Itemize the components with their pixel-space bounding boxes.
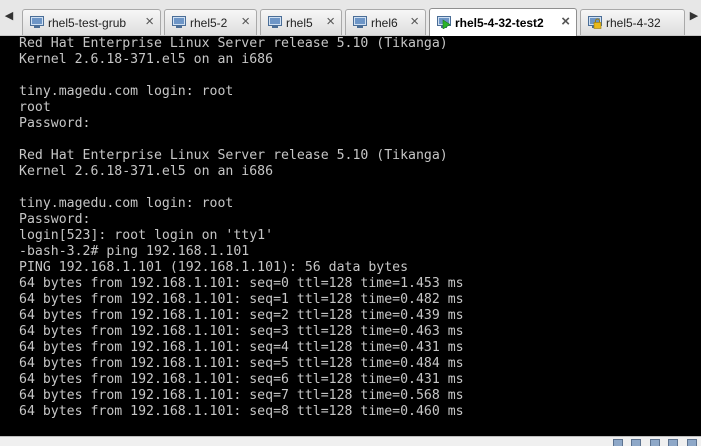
device-tray xyxy=(607,438,697,446)
tab-label: rhel5-2 xyxy=(190,16,228,30)
console-line: tiny.magedu.com login: root xyxy=(19,196,234,211)
tab-label: rhel5 xyxy=(286,16,313,30)
tab-rhel5[interactable]: rhel5 × xyxy=(260,9,342,35)
vm-running-icon xyxy=(437,16,451,30)
scroll-tabs-left-icon[interactable]: ◀ xyxy=(1,5,17,27)
console-line: Red Hat Enterprise Linux Server release … xyxy=(19,148,448,163)
vm-tab-bar: ◀ rhel5-test-grub × rhel5-2 × rhel5 × rh… xyxy=(0,0,701,36)
tab-label: rhel5-4-32-test2 xyxy=(455,16,544,30)
tab-rhel5-2[interactable]: rhel5-2 × xyxy=(164,9,257,35)
close-icon[interactable]: × xyxy=(241,13,250,31)
network-icon[interactable] xyxy=(649,439,660,446)
sound-icon[interactable] xyxy=(687,439,697,446)
console-line: 64 bytes from 192.168.1.101: seq=0 ttl=1… xyxy=(19,276,464,291)
tab-label: rhel6 xyxy=(371,16,398,30)
tab-rhel5-4-32-test2[interactable]: rhel5-4-32-test2 × xyxy=(429,8,577,36)
console-line: Red Hat Enterprise Linux Server release … xyxy=(19,36,448,51)
console-output: Red Hat Enterprise Linux Server release … xyxy=(19,36,464,420)
scroll-tabs-right-icon[interactable]: ▶ xyxy=(686,5,701,27)
status-bar xyxy=(0,436,701,446)
tab-label: rhel5-4-32 xyxy=(606,16,661,30)
vm-icon xyxy=(268,16,282,29)
console-line: Password: xyxy=(19,212,91,227)
console-line: Kernel 2.6.18-371.el5 on an i686 xyxy=(19,52,274,67)
tab-rhel6[interactable]: rhel6 × xyxy=(345,9,426,35)
console-line: -bash-3.2# ping 192.168.1.101 xyxy=(19,244,250,259)
console-line: 64 bytes from 192.168.1.101: seq=2 ttl=1… xyxy=(19,308,464,323)
console-line: 64 bytes from 192.168.1.101: seq=6 ttl=1… xyxy=(19,372,464,387)
usb-icon[interactable] xyxy=(668,439,679,446)
vm-icon xyxy=(353,16,367,29)
vm-icon xyxy=(172,16,186,29)
vm-console[interactable]: Red Hat Enterprise Linux Server release … xyxy=(0,36,701,436)
console-line: Kernel 2.6.18-371.el5 on an i686 xyxy=(19,164,274,179)
console-line: 64 bytes from 192.168.1.101: seq=8 ttl=1… xyxy=(19,404,464,419)
console-line: tiny.magedu.com login: root xyxy=(19,84,234,99)
vm-icon xyxy=(30,16,44,29)
console-line: 64 bytes from 192.168.1.101: seq=3 ttl=1… xyxy=(19,324,464,339)
console-line: 64 bytes from 192.168.1.101: seq=1 ttl=1… xyxy=(19,292,464,307)
console-line: 64 bytes from 192.168.1.101: seq=5 ttl=1… xyxy=(19,356,464,371)
tab-rhel5-4-32[interactable]: rhel5-4-32 xyxy=(580,9,685,35)
close-icon[interactable]: × xyxy=(410,13,419,31)
console-line: login[523]: root login on 'tty1' xyxy=(19,228,274,243)
hdd-icon[interactable] xyxy=(612,439,623,446)
tab-rhel5-test-grub[interactable]: rhel5-test-grub × xyxy=(22,9,161,35)
vm-locked-icon xyxy=(588,16,602,29)
console-line: 64 bytes from 192.168.1.101: seq=4 ttl=1… xyxy=(19,340,464,355)
console-line: root xyxy=(19,100,51,115)
console-line: 64 bytes from 192.168.1.101: seq=7 ttl=1… xyxy=(19,388,464,403)
tab-label: rhel5-test-grub xyxy=(48,16,127,30)
close-icon[interactable]: × xyxy=(145,13,154,31)
cdrom-icon[interactable] xyxy=(631,439,642,446)
console-line: Password: xyxy=(19,116,91,131)
close-icon[interactable]: × xyxy=(326,13,335,31)
console-line: PING 192.168.1.101 (192.168.1.101): 56 d… xyxy=(19,260,409,275)
close-icon[interactable]: × xyxy=(561,13,570,31)
